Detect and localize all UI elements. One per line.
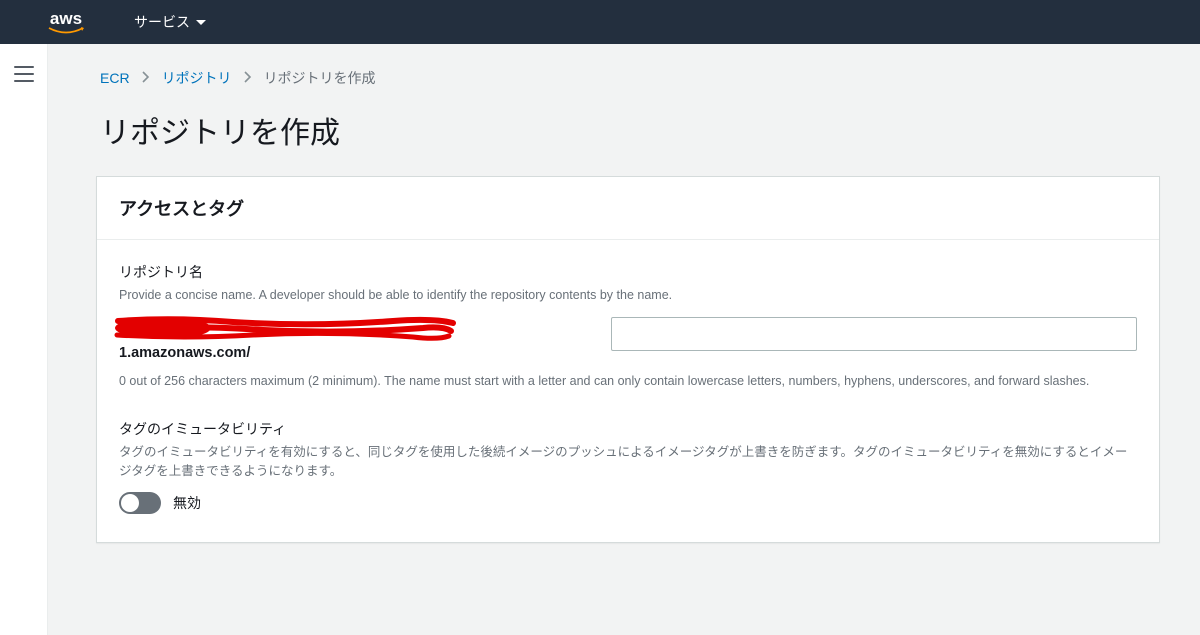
services-menu[interactable]: サービス — [134, 12, 206, 32]
toggle-knob — [121, 494, 139, 512]
main-content: ECR リポジトリ リポジトリを作成 リポジトリを作成 アクセスとタグ リポジト… — [48, 44, 1200, 635]
aws-logo-text: aws — [50, 9, 82, 29]
tag-immutability-field: タグのイミュータビリティ タグのイミュータビリティを有効にすると、同じタグを使用… — [119, 419, 1137, 515]
breadcrumb-repositories[interactable]: リポジトリ — [162, 68, 232, 88]
side-toggle-column — [0, 44, 48, 635]
immutability-toggle-label: 無効 — [173, 493, 201, 513]
immutability-label: タグのイミュータビリティ — [119, 419, 1137, 439]
breadcrumb-current: リポジトリを作成 — [264, 68, 376, 88]
repo-name-input[interactable] — [611, 317, 1137, 351]
repo-name-label: リポジトリ名 — [119, 262, 1137, 282]
repo-name-field: リポジトリ名 Provide a concise name. A develop… — [119, 262, 1137, 391]
immutability-toggle[interactable] — [119, 492, 161, 514]
repo-url-suffix: 1.amazonaws.com/ — [119, 345, 599, 361]
breadcrumb: ECR リポジトリ リポジトリを作成 — [96, 68, 1160, 88]
aws-logo[interactable]: aws — [48, 9, 84, 35]
repo-name-help: Provide a concise name. A developer shou… — [119, 286, 1137, 305]
chevron-down-icon — [196, 20, 206, 25]
page-title: リポジトリを作成 — [96, 108, 1160, 152]
aws-smile-icon — [48, 27, 84, 35]
access-tags-panel: アクセスとタグ リポジトリ名 Provide a concise name. A… — [96, 176, 1160, 543]
immutability-help: タグのイミュータビリティを有効にすると、同じタグを使用した後続イメージのプッシュ… — [119, 443, 1137, 481]
top-nav: aws サービス — [0, 0, 1200, 44]
chevron-right-icon — [142, 70, 150, 86]
chevron-right-icon — [244, 70, 252, 86]
repo-name-constraint: 0 out of 256 characters maximum (2 minim… — [119, 371, 1137, 391]
redacted-prefix — [119, 317, 459, 341]
panel-header: アクセスとタグ — [97, 177, 1159, 240]
breadcrumb-ecr[interactable]: ECR — [100, 70, 130, 86]
panel-header-title: アクセスとタグ — [119, 195, 1137, 221]
hamburger-icon[interactable] — [14, 66, 34, 82]
services-label: サービス — [134, 12, 190, 32]
